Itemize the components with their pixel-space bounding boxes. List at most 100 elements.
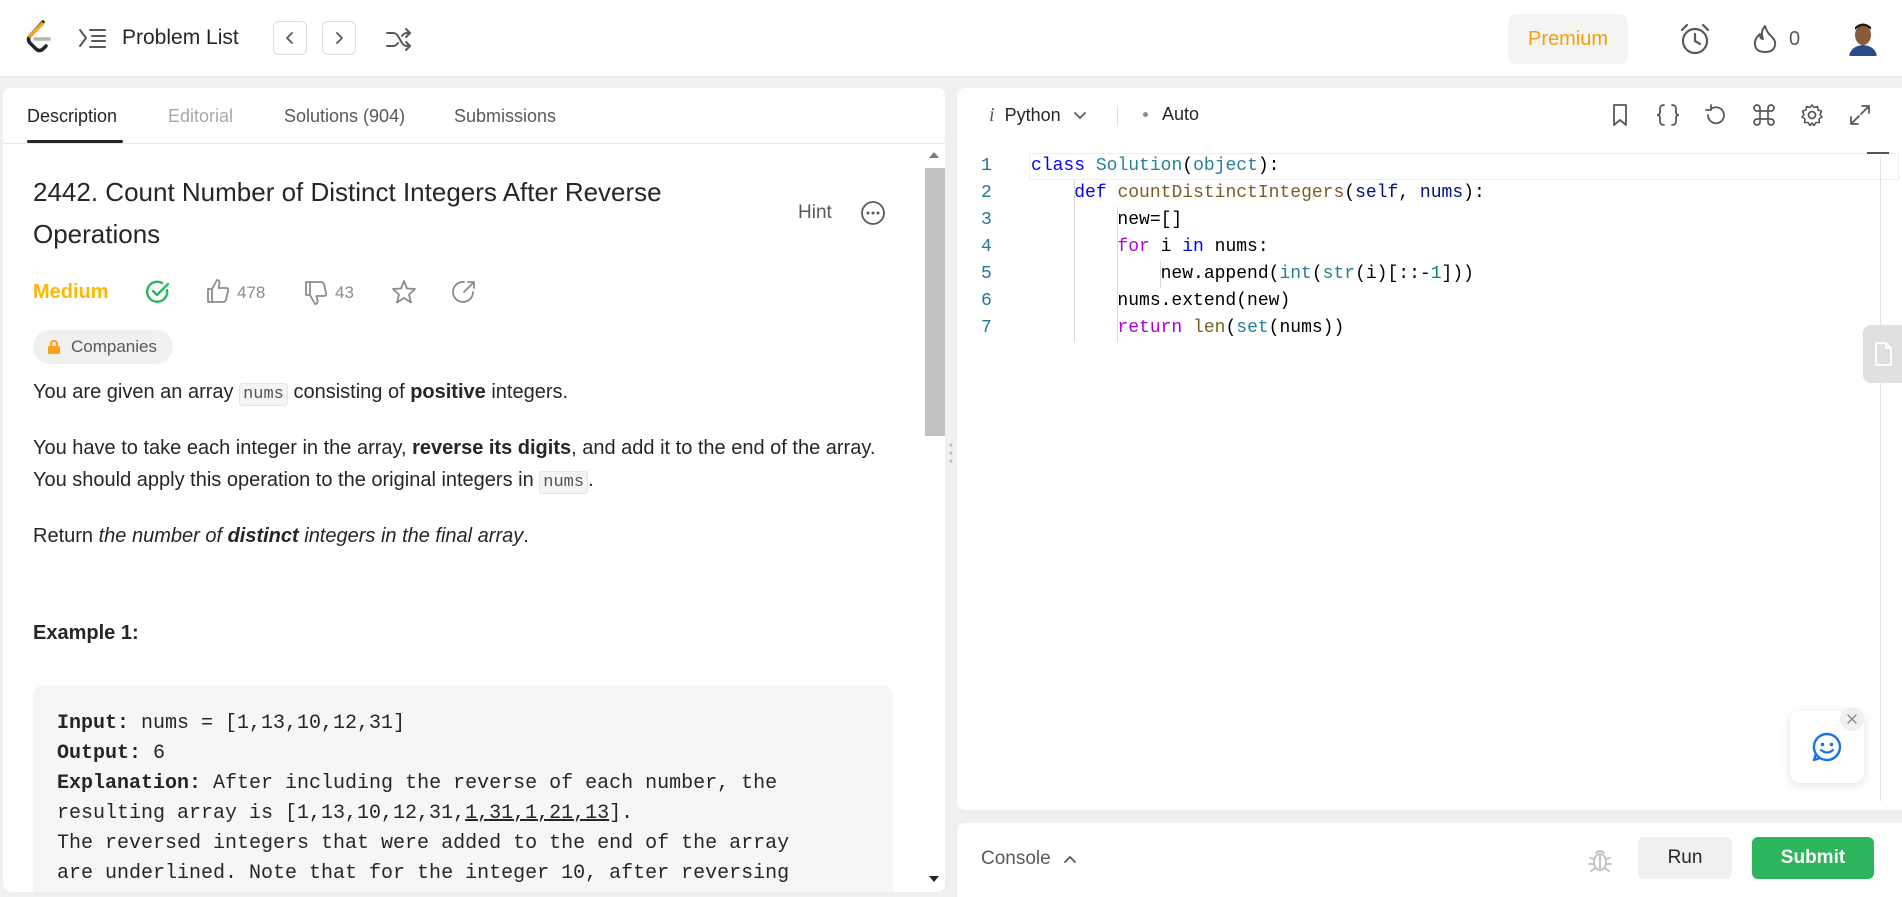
italic-text: the number of bbox=[98, 525, 228, 547]
explanation-text: ]. bbox=[609, 802, 634, 825]
premium-button[interactable]: Premium bbox=[1508, 14, 1628, 64]
companies-tag[interactable]: Companies bbox=[33, 330, 173, 364]
italic-text: integers in the final array bbox=[298, 525, 524, 547]
run-button[interactable]: Run bbox=[1638, 837, 1732, 879]
format-braces-icon[interactable] bbox=[1655, 102, 1681, 128]
more-options-icon[interactable] bbox=[860, 200, 886, 226]
problem-tabs: Description Editorial Solutions (904) Su… bbox=[3, 88, 945, 144]
scroll-up-arrow-icon[interactable] bbox=[927, 150, 941, 160]
streak-flame-icon[interactable] bbox=[1752, 24, 1778, 54]
explanation-text: resulting array is [1,13,10,12,31, bbox=[57, 802, 466, 825]
status-dot bbox=[1143, 112, 1148, 117]
explanation-text: are underlined. Note that for the intege… bbox=[57, 862, 790, 885]
document-icon bbox=[1874, 342, 1892, 366]
tab-solutions[interactable]: Solutions (904) bbox=[284, 105, 405, 127]
text: consisting of bbox=[287, 381, 411, 403]
companies-label: Companies bbox=[71, 337, 157, 356]
line-numbers: 1 2 3 4 5 6 7 bbox=[981, 153, 1031, 342]
active-tab-indicator bbox=[27, 140, 123, 143]
text: integers. bbox=[485, 381, 569, 403]
alarm-clock-icon[interactable] bbox=[1678, 22, 1712, 56]
language-select[interactable]: i Python bbox=[989, 104, 1087, 127]
like-count: 478 bbox=[237, 283, 266, 302]
chevron-down-icon bbox=[1073, 111, 1086, 119]
thumbs-up-icon[interactable] bbox=[205, 277, 231, 305]
smiley-chat-icon bbox=[1812, 732, 1842, 762]
explanation-text: After including the reverse of each numb… bbox=[201, 772, 778, 795]
description-paragraph-1: You are given an array nums consisting o… bbox=[33, 376, 893, 411]
top-navbar: Problem List Premium 0 bbox=[0, 0, 1902, 77]
feedback-close-button[interactable] bbox=[1840, 707, 1864, 731]
inline-code: nums bbox=[539, 471, 589, 494]
output-value: 6 bbox=[141, 742, 166, 765]
text: Return bbox=[33, 525, 99, 547]
line-number: 1 bbox=[981, 156, 992, 176]
bookmark-icon[interactable] bbox=[1607, 102, 1633, 128]
scroll-down-arrow-icon[interactable] bbox=[927, 874, 941, 884]
code-line: new.append(int(str(i)[::-1])) bbox=[1031, 264, 1474, 284]
line-number: 7 bbox=[981, 318, 992, 338]
input-value: nums = [1,13,10,12,31] bbox=[129, 712, 406, 735]
hint-button[interactable]: Hint bbox=[798, 202, 832, 224]
editor-overview-ruler bbox=[1880, 157, 1881, 801]
description-paragraph-2: You have to take each integer in the arr… bbox=[33, 432, 893, 499]
editor-overview-ruler-mark bbox=[1867, 152, 1889, 154]
inline-code: nums bbox=[239, 383, 288, 406]
bold-text: reverse its digits bbox=[412, 437, 572, 459]
toolbar-divider bbox=[1117, 106, 1118, 126]
console-label: Console bbox=[981, 848, 1051, 869]
line-number: 2 bbox=[981, 183, 992, 203]
code-line: def countDistinctIntegers(self, nums): bbox=[1074, 183, 1485, 203]
text: . bbox=[523, 525, 529, 547]
share-icon[interactable] bbox=[450, 278, 478, 306]
text: You are given an array bbox=[33, 381, 240, 403]
code-content[interactable]: class Solution(object): def countDistinc… bbox=[1031, 153, 1891, 342]
code-line: return len(set(nums)) bbox=[1117, 318, 1345, 338]
bold-text: positive bbox=[410, 381, 486, 403]
line-number: 5 bbox=[981, 264, 992, 284]
chevron-up-icon bbox=[1063, 856, 1076, 863]
difficulty-badge: Medium bbox=[33, 281, 109, 303]
code-line: new=[] bbox=[1031, 210, 1183, 230]
explanation-text: The reversed integers that were added to… bbox=[57, 832, 790, 855]
tab-editorial[interactable]: Editorial bbox=[168, 105, 233, 127]
code-editor[interactable]: 1 2 3 4 5 6 7 class Solution(object): de… bbox=[957, 153, 1902, 810]
description-paragraph-3: Return the number of distinct integers i… bbox=[33, 520, 893, 552]
chevron-left-icon bbox=[286, 32, 293, 44]
submit-button[interactable]: Submit bbox=[1752, 837, 1874, 879]
explanation-label: Explanation: bbox=[57, 772, 202, 795]
description-panel: Description Editorial Solutions (904) Su… bbox=[3, 88, 945, 892]
tab-submissions[interactable]: Submissions bbox=[454, 105, 556, 127]
problem-list-link[interactable]: Problem List bbox=[122, 24, 239, 52]
thumbs-down-icon[interactable] bbox=[303, 279, 329, 307]
reset-code-icon[interactable] bbox=[1703, 102, 1729, 128]
example-title: Example 1: bbox=[33, 622, 139, 644]
prev-problem-button[interactable] bbox=[273, 21, 307, 55]
star-icon[interactable] bbox=[390, 278, 418, 306]
problem-description: 2442. Count Number of Distinct Integers … bbox=[3, 144, 923, 892]
console-toggle[interactable]: Console bbox=[981, 848, 1077, 870]
notes-side-tab[interactable] bbox=[1863, 325, 1902, 383]
line-number: 4 bbox=[981, 237, 992, 257]
auto-mode-toggle[interactable]: Auto bbox=[1143, 104, 1199, 125]
code-line: nums.extend(new) bbox=[1031, 291, 1291, 311]
panel-resize-handle[interactable] bbox=[947, 440, 955, 466]
user-avatar[interactable] bbox=[1847, 20, 1879, 56]
problem-title[interactable]: 2442. Count Number of Distinct Integers … bbox=[33, 171, 733, 255]
line-number: 3 bbox=[981, 210, 992, 230]
tab-description[interactable]: Description bbox=[27, 105, 117, 127]
text: . bbox=[588, 469, 594, 491]
dislike-count: 43 bbox=[335, 283, 354, 302]
next-problem-button[interactable] bbox=[322, 21, 356, 55]
command-shortcuts-icon[interactable] bbox=[1751, 102, 1777, 128]
debug-bug-icon[interactable] bbox=[1587, 846, 1613, 874]
problem-list-icon[interactable] bbox=[78, 27, 106, 49]
code-line: class Solution(object): bbox=[1031, 156, 1280, 176]
leetcode-logo-icon[interactable] bbox=[24, 20, 56, 56]
settings-gear-icon[interactable] bbox=[1799, 102, 1825, 128]
scrollbar-thumb[interactable] bbox=[925, 168, 945, 436]
fullscreen-icon[interactable] bbox=[1847, 102, 1873, 128]
bold-italic-text: distinct bbox=[227, 525, 299, 547]
language-label: Python bbox=[1004, 105, 1061, 125]
shuffle-icon[interactable] bbox=[384, 26, 412, 52]
